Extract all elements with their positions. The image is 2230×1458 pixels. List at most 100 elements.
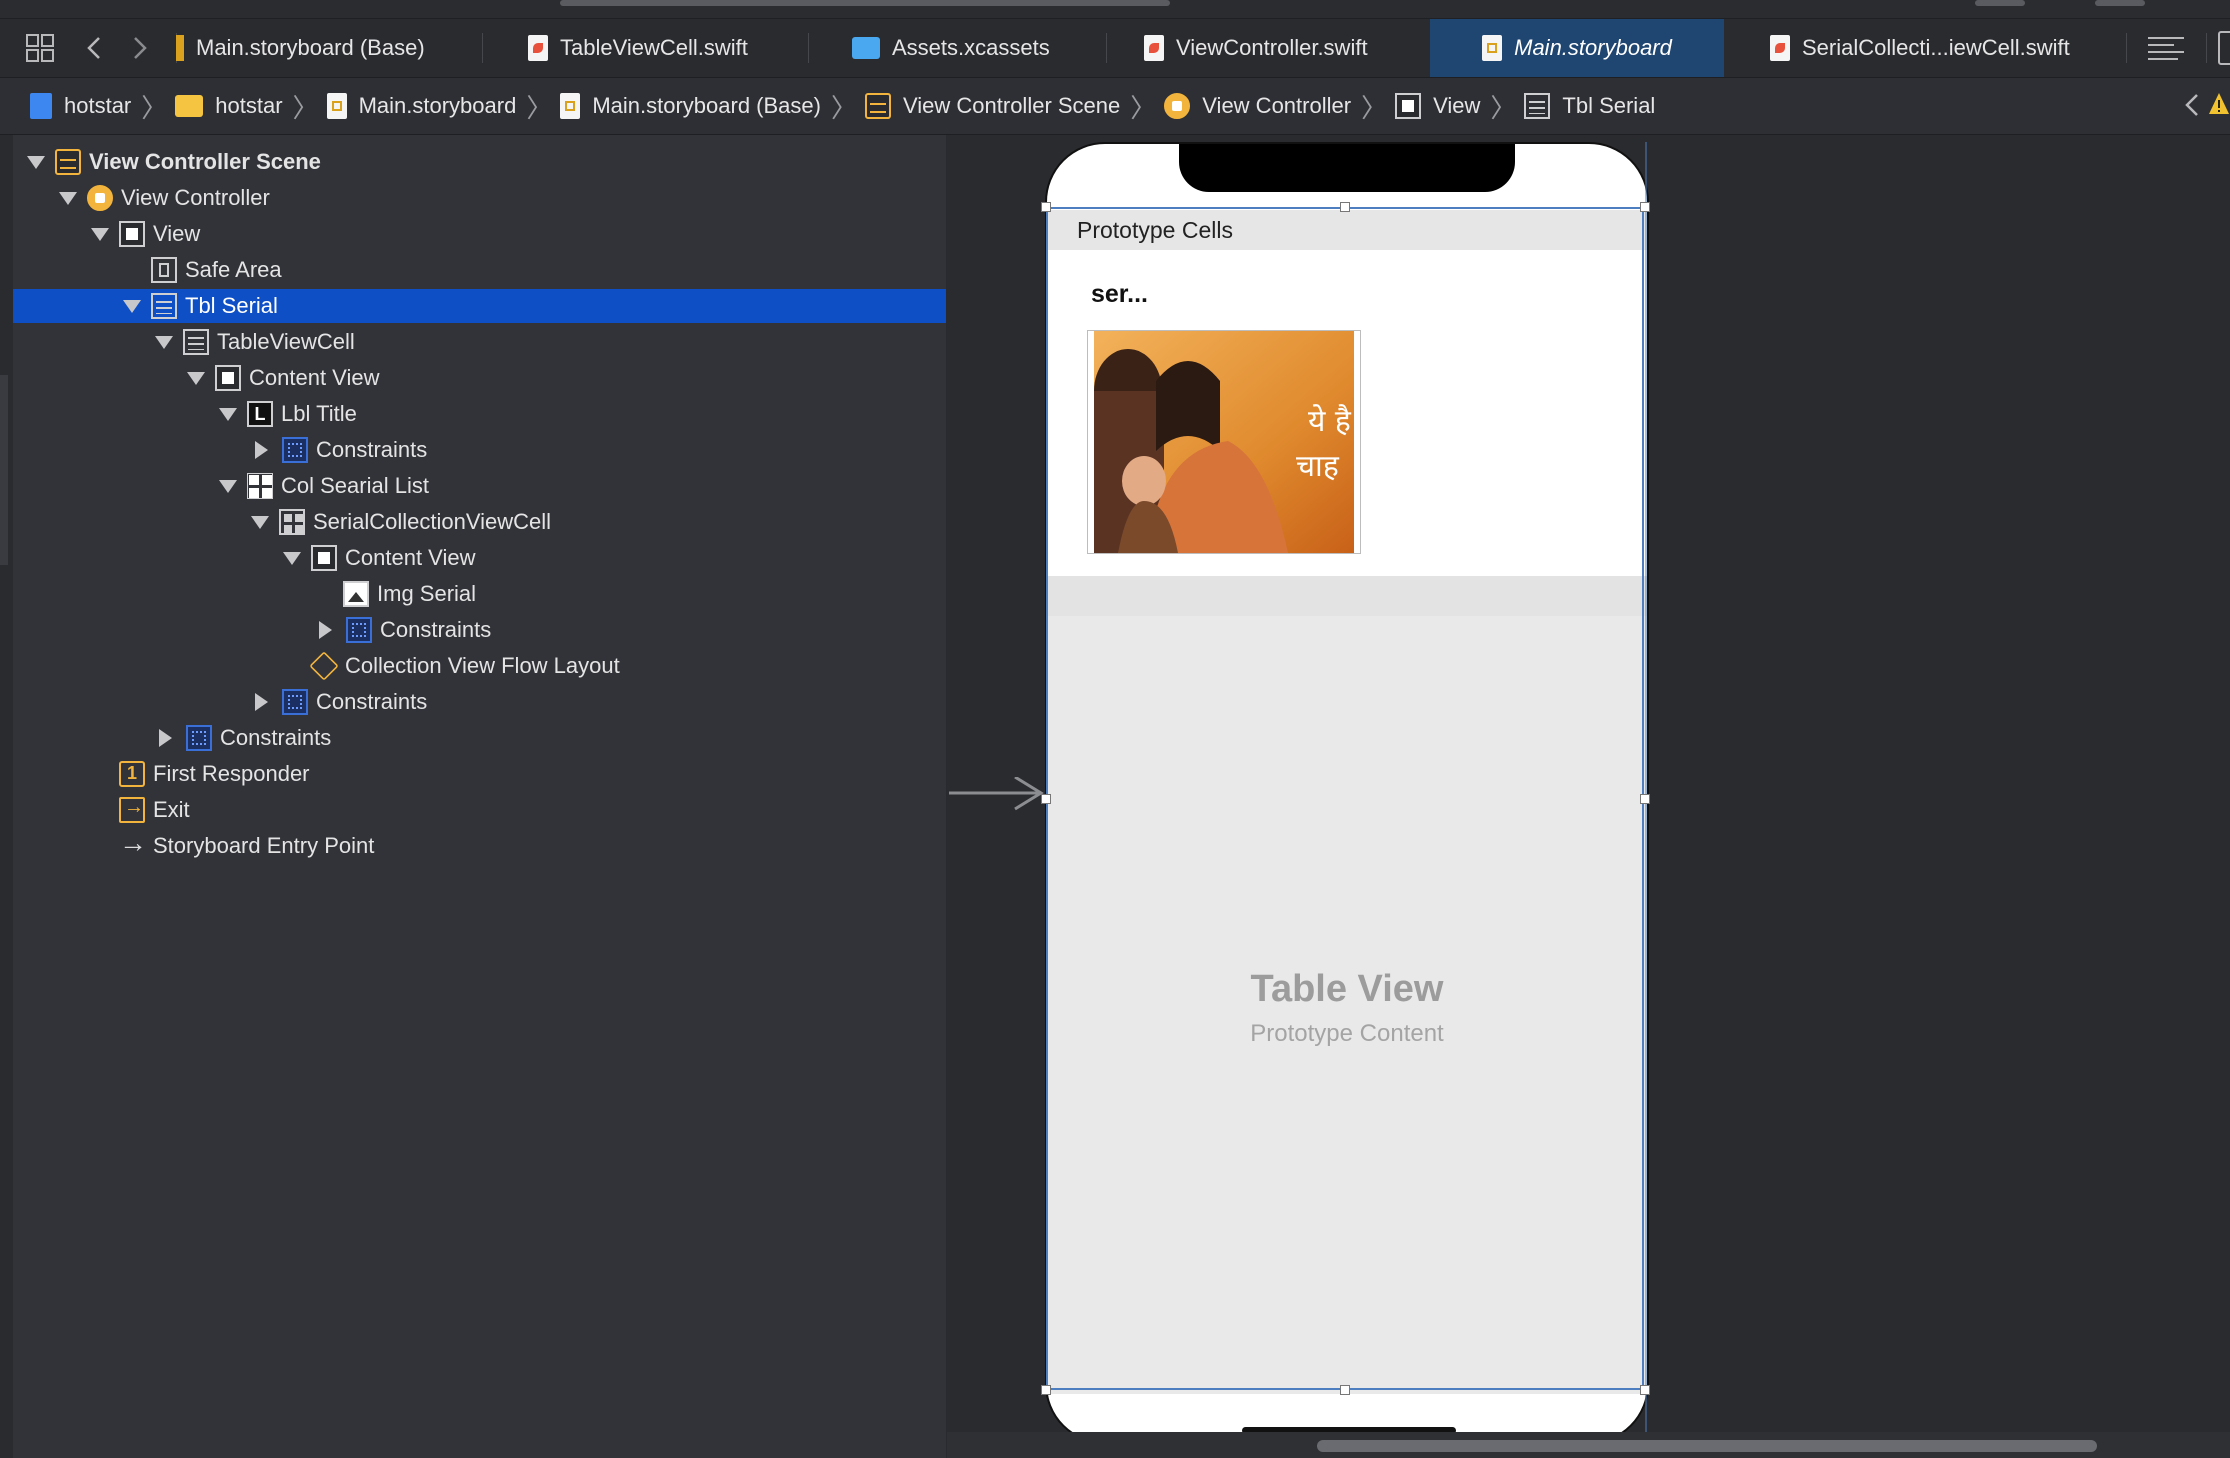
breadcrumb-label: View (1433, 93, 1481, 118)
resize-handle[interactable] (1340, 1385, 1350, 1395)
outline-row-constraints[interactable]: Constraints (13, 433, 946, 467)
tab-assets-xcassets[interactable]: Assets.xcassets (852, 19, 1132, 77)
outline-label: Storyboard Entry Point (153, 833, 375, 858)
outline-label: Lbl Title (281, 401, 357, 426)
outline-label: SerialCollectionViewCell (313, 509, 552, 534)
outline-row-safe-area[interactable]: Safe Area (13, 253, 946, 287)
add-editor-button[interactable] (2218, 19, 2230, 77)
outline-label: Content View (249, 365, 380, 390)
disclosure-open-icon[interactable] (59, 191, 77, 205)
outline-label: Constraints (316, 689, 428, 714)
outline-row-view-controller-scene[interactable]: View Controller Scene (13, 145, 946, 179)
breadcrumb-item-scene[interactable]: View Controller Scene 〉 (865, 88, 1164, 125)
tab-label: Main.storyboard (Base) (196, 35, 425, 60)
disclosure-open-icon[interactable] (155, 335, 173, 349)
outline-row-lbl-title[interactable]: L Lbl Title (13, 397, 946, 431)
resize-handle[interactable] (1041, 794, 1051, 804)
outline-row-serialcollectionviewcell[interactable]: SerialCollectionViewCell (13, 505, 946, 539)
resize-handle[interactable] (1640, 1385, 1650, 1395)
disclosure-open-icon[interactable] (27, 155, 45, 169)
jump-bar: hotstar 〉 hotstar 〉 Main.storyboard 〉 Ma… (0, 78, 2230, 135)
outline-label: Img Serial (377, 581, 477, 606)
disclosure-closed-icon[interactable] (159, 729, 172, 747)
resize-handle[interactable] (1640, 794, 1650, 804)
scroll-indicator[interactable] (0, 375, 8, 565)
tab-main-storyboard[interactable]: Main.storyboard (1430, 19, 1724, 77)
outline-row-tableviewcell[interactable]: TableViewCell (13, 325, 946, 359)
swift-file-icon (528, 35, 548, 61)
disclosure-open-icon[interactable] (219, 407, 237, 421)
left-edge-strip (0, 135, 13, 1458)
related-items-button[interactable] (26, 19, 54, 77)
breadcrumb-item-folder[interactable]: hotstar 〉 (175, 88, 326, 125)
storyboard-file-icon (176, 35, 184, 61)
outline-row-constraints[interactable]: Constraints (13, 685, 946, 719)
disclosure-open-icon[interactable] (251, 515, 269, 529)
safe-area-icon (151, 257, 177, 283)
collection-view-icon (247, 473, 273, 499)
outline-row-col-searial-list[interactable]: Col Searial List (13, 469, 946, 503)
editor-options-button[interactable] (2148, 19, 2184, 77)
breadcrumb-item-view-controller[interactable]: View Controller 〉 (1164, 88, 1395, 125)
outline-row-content-view[interactable]: Content View (13, 361, 946, 395)
resize-handle[interactable] (1640, 202, 1650, 212)
resize-handle[interactable] (1041, 202, 1051, 212)
selection-frame[interactable] (1046, 207, 1644, 1390)
chevron-right-icon (134, 37, 147, 59)
disclosure-closed-icon[interactable] (319, 621, 332, 639)
outline-row-first-responder[interactable]: First Responder (13, 757, 946, 791)
disclosure-open-icon[interactable] (283, 551, 301, 565)
collection-cell-icon (279, 509, 305, 535)
breadcrumb: hotstar 〉 hotstar 〉 Main.storyboard 〉 Ma… (30, 78, 1655, 134)
canvas-horizontal-scrollbar[interactable] (947, 1432, 2230, 1458)
view-icon (311, 545, 337, 571)
breadcrumb-item-view[interactable]: View 〉 (1395, 88, 1524, 125)
disclosure-open-icon[interactable] (123, 299, 141, 313)
outline-row-content-view[interactable]: Content View (13, 541, 946, 575)
disclosure-closed-icon[interactable] (255, 441, 268, 459)
outline-row-constraints[interactable]: Constraints (13, 721, 946, 755)
outline-row-collection-view-flow-layout[interactable]: Collection View Flow Layout (13, 649, 946, 683)
outline-label: Constraints (380, 617, 492, 642)
outline-row-view[interactable]: View (13, 217, 946, 251)
tab-viewcontroller-swift[interactable]: ViewController.swift (1144, 19, 1424, 77)
disclosure-open-icon[interactable] (91, 227, 109, 241)
tab-tableviewcell-swift[interactable]: TableViewCell.swift (528, 19, 808, 77)
disclosure-open-icon[interactable] (187, 371, 205, 385)
top-control[interactable] (1975, 0, 2025, 6)
outline-row-constraints[interactable]: Constraints (13, 613, 946, 647)
issue-nav-back-button[interactable] (2182, 90, 2202, 125)
forward-button[interactable] (130, 19, 150, 77)
storyboard-file-icon (1482, 35, 1503, 61)
disclosure-open-icon[interactable] (219, 479, 237, 493)
outline-row-storyboard-entry-point[interactable]: Storyboard Entry Point (13, 827, 946, 863)
outline-row-img-serial[interactable]: Img Serial (13, 577, 946, 611)
breadcrumb-item-tbl-serial[interactable]: Tbl Serial (1524, 93, 1655, 119)
top-control[interactable] (2095, 0, 2145, 6)
grid-icon (26, 34, 54, 62)
outline-label: Content View (345, 545, 476, 570)
tab-serialcollectionviewcell-swift[interactable]: SerialCollecti...iewCell.swift (1770, 19, 2110, 77)
breadcrumb-item-storyboard[interactable]: Main.storyboard 〉 (326, 88, 561, 125)
disclosure-closed-icon[interactable] (255, 693, 268, 711)
view-icon (1395, 93, 1422, 119)
resize-handle[interactable] (1340, 202, 1350, 212)
table-view-icon (1524, 93, 1551, 119)
tab-main-storyboard-base[interactable]: Main.storyboard (Base) (176, 19, 482, 77)
breadcrumb-item-project[interactable]: hotstar 〉 (30, 88, 175, 125)
breadcrumb-item-storyboard-base[interactable]: Main.storyboard (Base) 〉 (560, 88, 865, 125)
tab-overflow-scrollbar[interactable] (560, 0, 1170, 6)
outline-row-tbl-serial[interactable]: Tbl Serial (13, 289, 946, 323)
warning-icon[interactable] (2208, 92, 2230, 121)
asset-folder-icon (852, 37, 880, 59)
resize-handle[interactable] (1041, 1385, 1051, 1395)
breadcrumb-label: View Controller (1202, 93, 1352, 118)
folder-icon (175, 95, 204, 117)
storyboard-entry-arrow[interactable] (949, 777, 1045, 833)
scrollbar-thumb[interactable] (1317, 1440, 2097, 1452)
outline-label: Tbl Serial (185, 293, 278, 318)
back-button[interactable] (84, 19, 104, 77)
outline-row-exit[interactable]: Exit (13, 793, 946, 827)
outline-row-view-controller[interactable]: View Controller (13, 181, 946, 215)
swift-file-icon (1144, 35, 1164, 61)
